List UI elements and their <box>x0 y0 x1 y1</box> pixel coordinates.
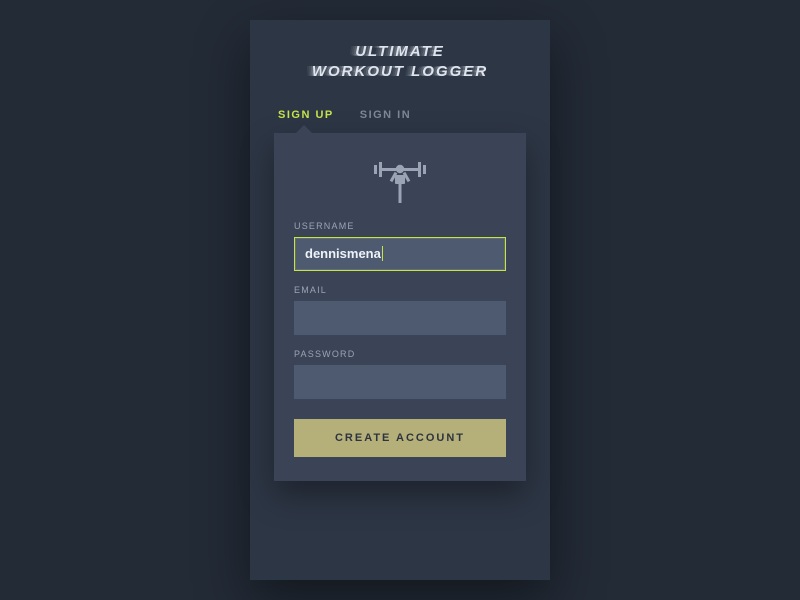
password-field: Password <box>294 349 506 399</box>
email-label: Email <box>294 285 506 295</box>
username-field: Username dennismena <box>294 221 506 271</box>
weightlifter-icon <box>294 159 506 203</box>
password-label: Password <box>294 349 506 359</box>
signup-card: Username dennismena Email Password Creat… <box>274 133 526 481</box>
logo-line-2: Workout Logger <box>274 62 526 82</box>
username-input[interactable]: dennismena <box>294 237 506 271</box>
text-caret <box>382 246 383 261</box>
tab-signin[interactable]: Sign In <box>360 109 411 121</box>
app-logo: Ultimate Workout Logger <box>274 42 526 83</box>
email-field: Email <box>294 285 506 335</box>
email-input[interactable] <box>294 301 506 335</box>
username-value: dennismena <box>305 246 381 261</box>
password-input[interactable] <box>294 365 506 399</box>
logo-line-1: Ultimate <box>274 42 526 62</box>
create-account-button[interactable]: Create Account <box>294 419 506 457</box>
auth-tabs: Sign Up Sign In <box>274 109 526 121</box>
app-frame: Ultimate Workout Logger Sign Up Sign In … <box>250 20 550 580</box>
username-label: Username <box>294 221 506 231</box>
tab-signup[interactable]: Sign Up <box>278 109 334 121</box>
